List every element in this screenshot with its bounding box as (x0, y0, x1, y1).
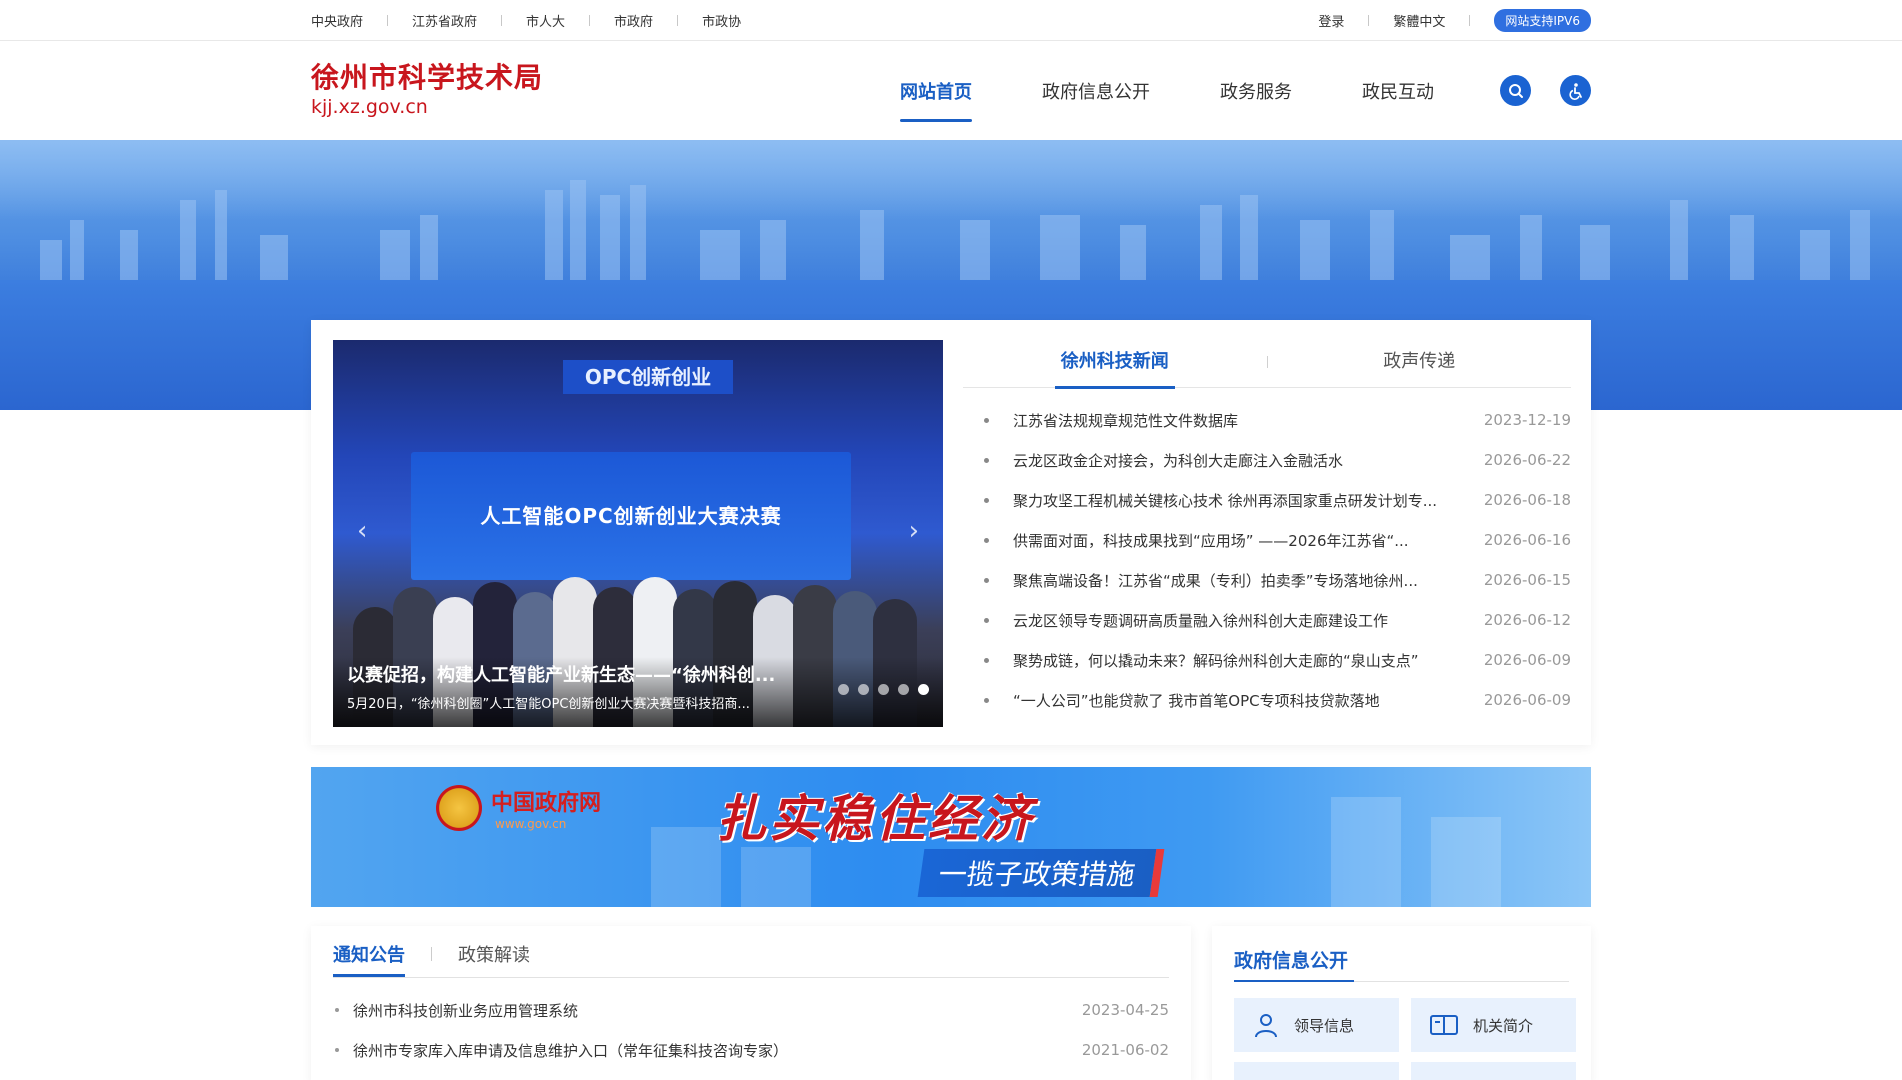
gov-info-grid: 领导信息 机关简介 (1234, 998, 1576, 1080)
carousel-next-arrow[interactable]: › (909, 516, 919, 546)
accessibility-icon[interactable] (1560, 75, 1591, 106)
nav-icon-group (1500, 75, 1591, 106)
divider (1368, 14, 1370, 26)
link-central-gov[interactable]: 中央政府 (311, 11, 363, 30)
carousel-screen-title: 人工智能OPC创新创业大赛决赛 (480, 504, 782, 528)
login-link[interactable]: 登录 (1318, 11, 1344, 30)
main-nav: 网站首页 政府信息公开 政务服务 政民互动 (900, 41, 1591, 140)
tab-policy-interpretation[interactable]: 政策解读 (458, 941, 530, 977)
nav-gov-service[interactable]: 政务服务 (1220, 41, 1292, 140)
news-item[interactable]: 江苏省法规规章规范性文件数据库 2023-12-19 (963, 400, 1571, 440)
link-city-npc[interactable]: 市人大 (526, 11, 565, 30)
news-panel: OPC创新创业 人工智能OPC创新创业大赛决赛 ‹ › 以赛促招，构建人工智能产… (311, 320, 1591, 745)
carousel-caption-title[interactable]: 以赛促招，构建人工智能产业新生态——“徐州科创... (347, 661, 775, 687)
gov-promo-banner[interactable]: 中国政府网 www.gov.cn 扎实稳住经济 一揽子政策措施 (311, 767, 1591, 907)
carousel-dot[interactable] (838, 684, 849, 695)
gov-links: 中央政府 江苏省政府 市人大 市政府 市政协 (311, 11, 741, 30)
link-city-gov[interactable]: 市政府 (614, 11, 653, 30)
gov-info-panel: 政府信息公开 领导信息 机关简介 (1212, 926, 1591, 1080)
site-logo[interactable]: 徐州市科学技术局 kjj.xz.gov.cn (311, 60, 544, 119)
news-item[interactable]: “一人公司”也能贷款了 我市首笔OPC专项科技贷款落地 2026-06-09 (963, 680, 1571, 720)
tab-gov-voice[interactable]: 政声传递 (1268, 320, 1572, 388)
news-item[interactable]: 聚焦高端设备！江苏省“成果（专利）拍卖季”专场落地徐州... 2026-06-15 (963, 560, 1571, 600)
news-item[interactable]: 供需面对面，科技成果找到“应用场” ——2026年江苏省“... 2026-06-… (963, 520, 1571, 560)
site-url: kjj.xz.gov.cn (311, 96, 428, 119)
divider (677, 14, 679, 26)
carousel-prev-arrow[interactable]: ‹ (357, 516, 367, 546)
news-list-panel: 徐州科技新闻 政声传递 江苏省法规规章规范性文件数据库 2023-12-19 云龙… (963, 320, 1571, 745)
gov-info-title: 政府信息公开 (1234, 946, 1569, 982)
traditional-chinese-link[interactable]: 繁體中文 (1393, 11, 1445, 30)
tab-xuzhou-tech-news[interactable]: 徐州科技新闻 (963, 320, 1267, 389)
top-right-links: 登录 繁體中文 网站支持IPV6 (1318, 8, 1591, 32)
nav-gov-info[interactable]: 政府信息公开 (1042, 41, 1150, 140)
promo-site-url: www.gov.cn (495, 817, 567, 831)
carousel-caption-subtitle: 5月20日，“徐州科创圈”人工智能OPC创新创业大赛决赛暨科技招商... (347, 697, 750, 712)
link-jiangsu-gov[interactable]: 江苏省政府 (412, 11, 477, 30)
divider (1469, 14, 1471, 26)
agency-intro-label: 机关简介 (1473, 1016, 1534, 1035)
notice-item[interactable]: 徐州市专家库入库申请及信息维护入口（常年征集科技咨询专家） 2021-06-02 (333, 1030, 1169, 1070)
promo-subtitle: 一揽子政策措施 (917, 849, 1165, 897)
news-carousel[interactable]: OPC创新创业 人工智能OPC创新创业大赛决赛 ‹ › 以赛促招，构建人工智能产… (333, 340, 943, 727)
divider (589, 14, 591, 26)
search-icon[interactable] (1500, 75, 1531, 106)
person-icon (1255, 1014, 1277, 1038)
news-item[interactable]: 云龙区政金企对接会，为科创大走廊注入金融活水 2026-06-22 (963, 440, 1571, 480)
promo-site-name: 中国政府网 (491, 791, 602, 816)
divider (387, 14, 389, 26)
nav-interaction[interactable]: 政民互动 (1362, 41, 1434, 140)
link-city-cppcc[interactable]: 市政协 (702, 11, 741, 30)
notice-tabs: 通知公告 政策解读 (333, 926, 1169, 978)
carousel-dots (829, 684, 929, 695)
news-item[interactable]: 聚力攻坚工程机械关键核心技术 徐州再添国家重点研发计划专... 2026-06-1… (963, 480, 1571, 520)
national-emblem-icon (436, 785, 482, 831)
gov-info-button-4[interactable] (1411, 1062, 1576, 1080)
divider (431, 947, 432, 961)
notice-list: 徐州市科技创新业务应用管理系统 2023-04-25 徐州市专家库入库申请及信息维… (333, 990, 1169, 1070)
notice-panel: 通知公告 政策解读 徐州市科技创新业务应用管理系统 2023-04-25 徐州市专… (311, 926, 1191, 1080)
carousel-dot[interactable] (858, 684, 869, 695)
top-links-bar: 中央政府 江苏省政府 市人大 市政府 市政协 登录 繁體中文 网站支持IPV6 (0, 0, 1902, 41)
news-item[interactable]: 云龙区领导专题调研高质量融入徐州科创大走廊建设工作 2026-06-12 (963, 600, 1571, 640)
leader-info-button[interactable]: 领导信息 (1234, 998, 1399, 1052)
carousel-dot-active[interactable] (918, 684, 929, 695)
news-list: 江苏省法规规章规范性文件数据库 2023-12-19 云龙区政金企对接会，为科创大… (963, 400, 1571, 720)
promo-slogan: 扎实稳住经济 (716, 790, 1034, 848)
ipv6-badge[interactable]: 网站支持IPV6 (1494, 8, 1591, 32)
news-item[interactable]: 聚势成链，何以撬动未来？解码徐州科创大走廊的“泉山支点” 2026-06-09 (963, 640, 1571, 680)
carousel-dot[interactable] (878, 684, 889, 695)
book-icon (1430, 1015, 1458, 1035)
carousel-dot[interactable] (898, 684, 909, 695)
divider (501, 14, 503, 26)
leader-info-label: 领导信息 (1294, 1016, 1355, 1035)
news-tabs: 徐州科技新闻 政声传递 (963, 320, 1572, 389)
agency-intro-button[interactable]: 机关简介 (1411, 998, 1576, 1052)
notice-item[interactable]: 徐州市科技创新业务应用管理系统 2023-04-25 (333, 990, 1169, 1030)
site-header: 徐州市科学技术局 kjj.xz.gov.cn 网站首页 政府信息公开 政务服务 … (0, 41, 1902, 140)
nav-home[interactable]: 网站首页 (900, 41, 972, 140)
tab-notices[interactable]: 通知公告 (333, 941, 405, 977)
site-title: 徐州市科学技术局 (311, 60, 544, 94)
carousel-top-sign: OPC创新创业 (563, 360, 733, 394)
gov-info-button-3[interactable] (1234, 1062, 1399, 1080)
